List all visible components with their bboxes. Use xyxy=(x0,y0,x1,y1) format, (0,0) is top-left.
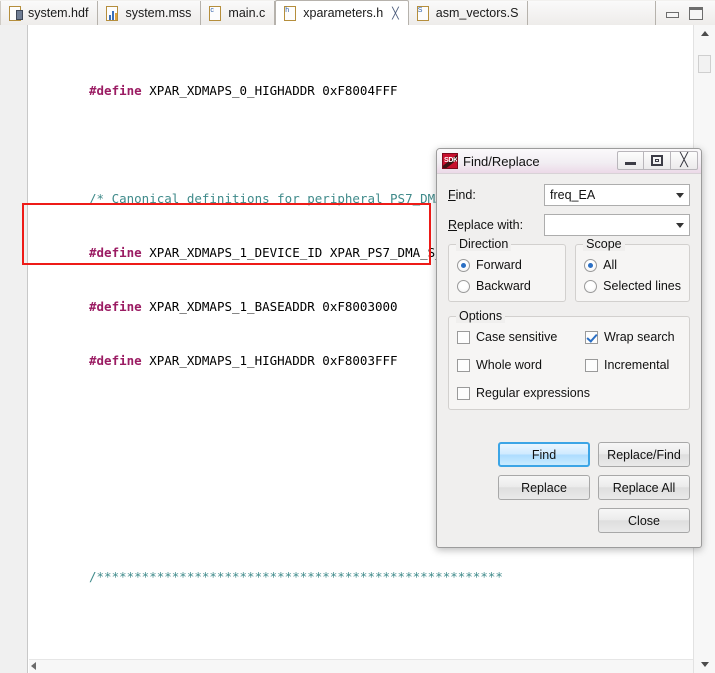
horizontal-scrollbar[interactable] xyxy=(29,659,693,673)
scope-group: Scope All Selected lines xyxy=(575,237,690,302)
checkbox-case-sensitive[interactable]: Case sensitive xyxy=(457,330,585,344)
checkbox-whole-word-label: Whole word xyxy=(476,358,542,372)
tab-asm-vectors-s[interactable]: S asm_vectors.S xyxy=(408,1,529,25)
checkbox-regular-expressions-box xyxy=(457,386,470,400)
tab-label: asm_vectors.S xyxy=(435,6,519,20)
radio-backward-label: Backward xyxy=(476,279,531,293)
replace-field-row: Replace with: xyxy=(448,214,690,236)
radio-selected-lines[interactable]: Selected lines xyxy=(584,279,681,293)
sdk-editor-window: system.hdf system.mss c main.c h xparame… xyxy=(0,0,715,673)
radio-backward-indicator xyxy=(457,279,470,293)
checkbox-incremental[interactable]: Incremental xyxy=(585,358,681,372)
find-input-value: freq_EA xyxy=(550,188,596,202)
radio-selected-lines-indicator xyxy=(584,279,598,293)
minimize-icon[interactable] xyxy=(666,12,679,18)
radio-forward-label: Forward xyxy=(476,258,522,272)
scrollbar-thumb[interactable] xyxy=(698,55,711,73)
editor-gutter[interactable] xyxy=(0,25,28,673)
tab-xparameters-h[interactable]: h xparameters.h ╳ xyxy=(275,0,409,25)
options-grid: Case sensitive Wrap search Whole word In… xyxy=(457,330,681,400)
find-button[interactable]: Find xyxy=(498,442,590,467)
dialog-resize-grip[interactable] xyxy=(687,534,699,546)
radio-all-indicator xyxy=(584,258,598,272)
checkbox-case-sensitive-label: Case sensitive xyxy=(476,330,558,344)
maximize-icon[interactable] xyxy=(689,6,703,20)
tab-label: main.c xyxy=(228,6,266,20)
sdk-icon: SDK xyxy=(442,153,458,169)
dialog-body: FFind:ind: freq_EA Replace with: Directi… xyxy=(437,174,701,410)
mss-file-icon xyxy=(106,5,120,21)
checkbox-wrap-search-label: Wrap search xyxy=(604,330,675,344)
chevron-down-icon[interactable] xyxy=(671,215,689,235)
dialog-close-button[interactable]: ╳ xyxy=(671,151,698,170)
checkbox-wrap-search-box xyxy=(585,330,598,344)
dialog-title: Find/Replace xyxy=(463,153,540,169)
scroll-up-arrow-icon[interactable] xyxy=(694,25,715,42)
replace-input[interactable] xyxy=(544,214,690,236)
checkbox-case-sensitive-box xyxy=(457,330,470,344)
find-replace-dialog[interactable]: SDK Find/Replace ╳ FFind:ind: freq_EA Re… xyxy=(436,148,702,548)
scroll-left-arrow-icon[interactable] xyxy=(31,662,36,670)
tab-label: system.hdf xyxy=(28,6,89,20)
dialog-button-row-2: Replace Replace All xyxy=(448,475,690,500)
radio-all[interactable]: All xyxy=(584,258,681,272)
checkbox-regular-expressions-label: Regular expressions xyxy=(476,386,590,400)
dialog-title-bar[interactable]: SDK Find/Replace ╳ xyxy=(437,149,701,174)
replace-label: Replace with: xyxy=(448,218,524,232)
checkbox-whole-word-box xyxy=(457,358,470,372)
h-file-icon: h xyxy=(284,5,298,21)
checkbox-incremental-label: Incremental xyxy=(604,358,670,372)
tab-label: xparameters.h xyxy=(303,6,384,20)
replace-button[interactable]: Replace xyxy=(498,475,590,500)
dialog-maximize-button[interactable] xyxy=(644,151,671,170)
replace-all-button[interactable]: Replace All xyxy=(598,475,690,500)
direction-group-title: Direction xyxy=(456,237,512,251)
dialog-minimize-button[interactable] xyxy=(617,151,644,170)
dialog-button-area: Find Replace/Find Replace Replace All Cl… xyxy=(448,442,690,541)
find-input[interactable]: freq_EA xyxy=(544,184,690,206)
checkbox-wrap-search[interactable]: Wrap search xyxy=(585,330,681,344)
radio-forward-indicator xyxy=(457,258,470,272)
checkbox-whole-word[interactable]: Whole word xyxy=(457,358,585,372)
scroll-down-arrow-icon[interactable] xyxy=(694,656,715,673)
find-label: FFind:ind: xyxy=(448,188,476,202)
tab-label: system.mss xyxy=(125,6,192,20)
radio-forward[interactable]: Forward xyxy=(457,258,557,272)
close-button[interactable]: Close xyxy=(598,508,690,533)
s-file-icon: S xyxy=(416,5,431,21)
c-file-icon: c xyxy=(209,5,223,21)
radio-backward[interactable]: Backward xyxy=(457,279,557,293)
tab-system-mss[interactable]: system.mss xyxy=(98,1,202,25)
checkbox-incremental-box xyxy=(585,358,598,372)
code-line: #define XPAR_XDMAPS_0_HIGHADDR 0xF8004FF… xyxy=(89,83,398,98)
radio-all-label: All xyxy=(603,258,618,272)
checkbox-regular-expressions[interactable]: Regular expressions xyxy=(457,386,681,400)
radio-selected-lines-label: Selected lines xyxy=(603,279,681,293)
close-icon: ╳ xyxy=(680,153,688,168)
chevron-down-icon[interactable] xyxy=(671,185,689,205)
direction-group: Direction Forward Backward xyxy=(448,237,567,302)
find-field-row: FFind:ind: freq_EA xyxy=(448,184,690,206)
tab-bar-filler xyxy=(528,1,656,25)
tab-system-hdf[interactable]: system.hdf xyxy=(0,1,99,25)
dialog-button-row-1: Find Replace/Find xyxy=(448,442,690,467)
replace-find-button[interactable]: Replace/Find xyxy=(598,442,690,467)
dialog-button-row-3: Close xyxy=(448,508,690,533)
scope-group-title: Scope xyxy=(583,237,625,251)
editor-tab-bar: system.hdf system.mss c main.c h xparame… xyxy=(0,0,715,25)
dialog-window-controls: ╳ xyxy=(617,151,698,170)
close-icon[interactable]: ╳ xyxy=(392,8,399,19)
options-group-title: Options xyxy=(456,309,506,323)
hdf-file-icon xyxy=(9,5,23,21)
direction-scope-groups: Direction Forward Backward Scope All Sel… xyxy=(448,237,690,302)
code-line: /***************************************… xyxy=(89,569,503,584)
tab-main-c[interactable]: c main.c xyxy=(201,1,276,25)
window-controls xyxy=(656,1,715,25)
options-group: Options Case sensitive Wrap search Whole… xyxy=(448,309,690,410)
